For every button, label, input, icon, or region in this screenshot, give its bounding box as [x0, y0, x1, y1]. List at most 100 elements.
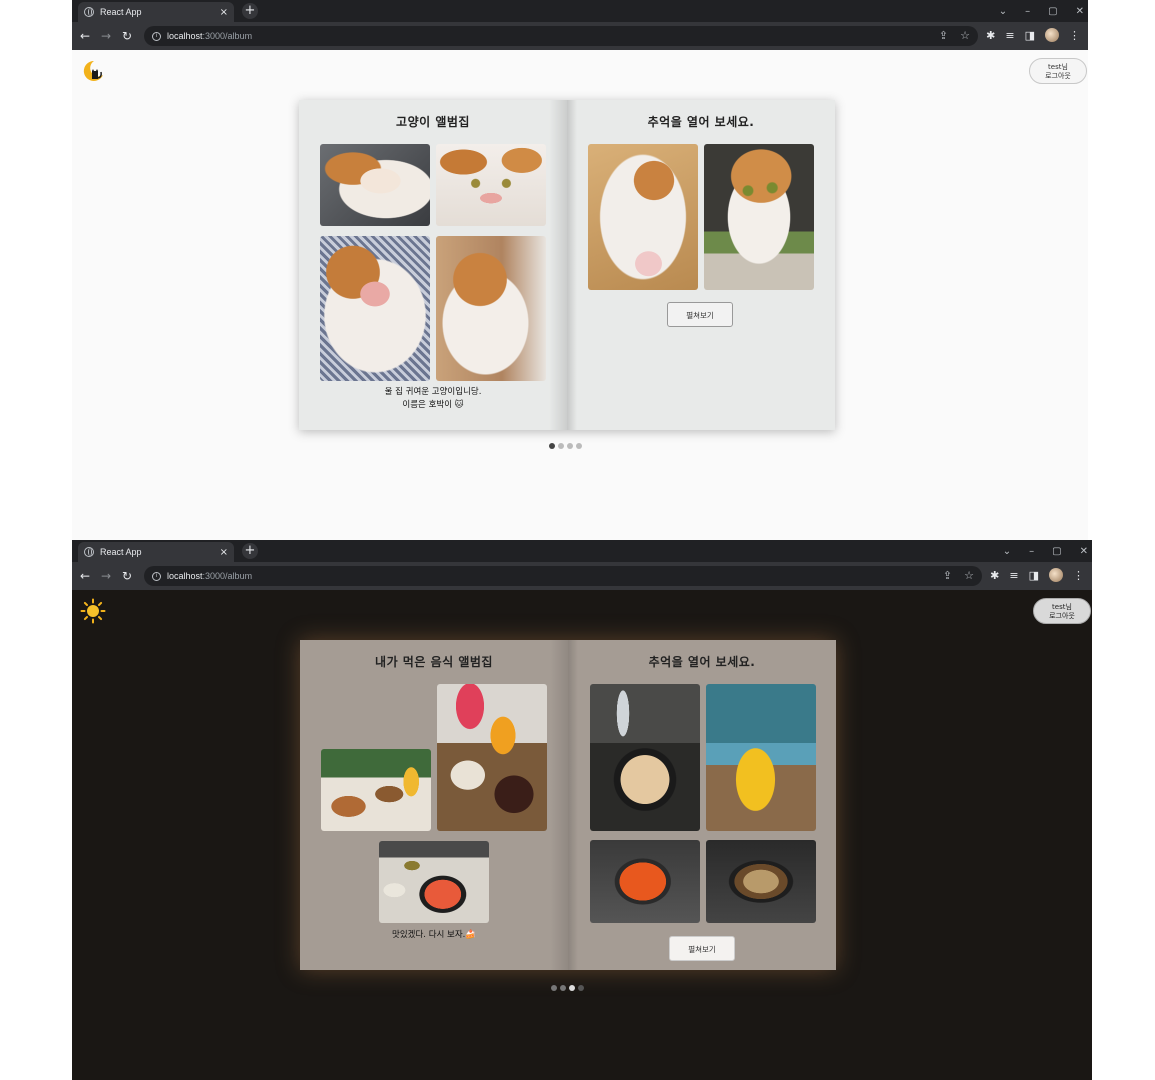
user-logout-button[interactable]: test님 로그아웃 — [1033, 598, 1091, 624]
user-name: test님 — [1052, 603, 1072, 611]
album-caption: 맛있겠다. 다시 보자.🍰 — [300, 929, 568, 942]
site-info-icon[interactable]: i — [152, 571, 161, 581]
maximize-icon[interactable]: ▢ — [1048, 6, 1057, 17]
browser-toolbar: ← → ↻ i localhost:3000/album ⇪ ☆ ✱ ≡ ◨ ⋮ — [72, 562, 1092, 590]
close-window-icon[interactable]: ✕ — [1080, 546, 1088, 557]
album-book: 내가 먹은 음식 앨범집 맛있겠다. 다시 보자.🍰 추억을 열어 보세요. 펼… — [300, 640, 836, 970]
tab-close-icon[interactable]: × — [220, 7, 228, 18]
new-tab-button[interactable]: + — [242, 3, 258, 19]
globe-icon — [84, 547, 94, 557]
new-tab-button[interactable]: + — [242, 543, 258, 559]
logout-label: 로그아웃 — [1045, 72, 1071, 80]
pagination-dot[interactable] — [560, 985, 566, 991]
reading-list-icon[interactable]: ≡ — [1005, 29, 1014, 42]
window-controls: ⌄ – ▢ ✕ — [1003, 540, 1088, 562]
pagination-dots — [549, 443, 582, 449]
cat-photo[interactable] — [320, 144, 430, 226]
album-left-page: 내가 먹은 음식 앨범집 맛있겠다. 다시 보자.🍰 — [300, 640, 568, 970]
food-photo[interactable] — [706, 684, 816, 831]
album-subtitle: 추억을 열어 보세요. — [648, 655, 756, 669]
maximize-icon[interactable]: ▢ — [1052, 546, 1061, 557]
food-photo[interactable] — [590, 684, 700, 831]
album-right-page: 추억을 열어 보세요. 펼쳐보기 — [567, 100, 835, 430]
album-left-page: 고양이 앨범집 울 집 귀여운 고양이입니당. 이름은 호박이 🐱 — [299, 100, 567, 430]
caption-line: 이름은 호박이 🐱 — [402, 400, 464, 410]
tab-search-icon[interactable]: ⌄ — [1003, 546, 1011, 557]
tab-bar: React App × + ⌄ – ▢ ✕ — [72, 0, 1088, 22]
menu-kebab-icon[interactable]: ⋮ — [1069, 29, 1080, 42]
album-title: 내가 먹은 음식 앨범집 — [375, 655, 493, 669]
pagination-dot[interactable] — [576, 443, 582, 449]
extensions-icon[interactable]: ✱ — [986, 29, 995, 42]
album-subtitle: 추억을 열어 보세요. — [647, 115, 755, 129]
open-album-button[interactable]: 펼쳐보기 — [669, 936, 735, 961]
pagination-dot[interactable] — [578, 985, 584, 991]
tab-title: React App — [100, 7, 142, 17]
album-caption: 울 집 귀여운 고양이입니당. 이름은 호박이 🐱 — [299, 386, 567, 412]
tab-title: React App — [100, 547, 142, 557]
pagination-dot[interactable] — [549, 443, 555, 449]
profile-avatar[interactable] — [1049, 568, 1063, 582]
menu-kebab-icon[interactable]: ⋮ — [1073, 569, 1084, 582]
album-title: 고양이 앨범집 — [396, 115, 470, 129]
food-photo[interactable] — [706, 840, 816, 923]
food-photo[interactable] — [437, 684, 547, 831]
browser-tab[interactable]: React App × — [78, 2, 234, 22]
url-path: :3000/album — [202, 571, 253, 581]
pagination-dot[interactable] — [567, 443, 573, 449]
caption-line: 울 집 귀여운 고양이입니당. — [384, 387, 482, 397]
sun-icon[interactable] — [80, 598, 106, 624]
pagination-dot[interactable] — [569, 985, 575, 991]
extensions-icon[interactable]: ✱ — [990, 569, 999, 582]
address-bar[interactable]: i localhost:3000/album ⇪ ☆ — [144, 26, 978, 46]
back-icon[interactable]: ← — [80, 28, 90, 44]
url-host: localhost — [167, 571, 203, 581]
logout-label: 로그아웃 — [1049, 612, 1075, 620]
caption-line: 맛있겠다. 다시 보자.🍰 — [392, 930, 476, 940]
tab-search-icon[interactable]: ⌄ — [999, 6, 1007, 17]
pagination-dot[interactable] — [558, 443, 564, 449]
cat-photo[interactable] — [320, 236, 430, 381]
globe-icon — [84, 7, 94, 17]
window-controls: ⌄ – ▢ ✕ — [999, 0, 1084, 22]
minimize-icon[interactable]: – — [1025, 6, 1030, 17]
url-host: localhost — [167, 31, 203, 41]
share-icon[interactable]: ⇪ — [943, 569, 952, 582]
open-album-button[interactable]: 펼쳐보기 — [667, 302, 733, 327]
tab-close-icon[interactable]: × — [220, 547, 228, 558]
album-book: 고양이 앨범집 울 집 귀여운 고양이입니당. 이름은 호박이 🐱 추억을 열어… — [299, 100, 835, 430]
site-info-icon[interactable]: i — [152, 31, 161, 41]
cat-photo[interactable] — [588, 144, 698, 290]
browser-window-dark: React App × + ⌄ – ▢ ✕ ← → ↻ i localhost:… — [72, 540, 1092, 1080]
url-path: :3000/album — [202, 31, 253, 41]
address-bar[interactable]: i localhost:3000/album ⇪ ☆ — [144, 566, 982, 586]
food-photo[interactable] — [321, 749, 431, 831]
bookmark-star-icon[interactable]: ☆ — [964, 569, 974, 582]
reload-icon[interactable]: ↻ — [122, 28, 132, 44]
pagination-dots — [551, 985, 584, 991]
close-window-icon[interactable]: ✕ — [1076, 6, 1084, 17]
cat-photo[interactable] — [704, 144, 814, 290]
profile-avatar[interactable] — [1045, 28, 1059, 42]
reading-list-icon[interactable]: ≡ — [1009, 569, 1018, 582]
forward-icon[interactable]: → — [101, 568, 111, 584]
browser-toolbar: ← → ↻ i localhost:3000/album ⇪ ☆ ✱ ≡ ◨ ⋮ — [72, 22, 1088, 50]
bookmark-star-icon[interactable]: ☆ — [960, 29, 970, 42]
browser-tab[interactable]: React App × — [78, 542, 234, 562]
reload-icon[interactable]: ↻ — [122, 568, 132, 584]
side-panel-icon[interactable]: ◨ — [1029, 569, 1039, 582]
forward-icon[interactable]: → — [101, 28, 111, 44]
cat-photo[interactable] — [436, 236, 546, 381]
pagination-dot[interactable] — [551, 985, 557, 991]
back-icon[interactable]: ← — [80, 568, 90, 584]
share-icon[interactable]: ⇪ — [939, 29, 948, 42]
food-photo[interactable] — [379, 841, 489, 923]
cat-photo[interactable] — [436, 144, 546, 226]
minimize-icon[interactable]: – — [1029, 546, 1034, 557]
user-logout-button[interactable]: test님 로그아웃 — [1029, 58, 1087, 84]
moon-cat-icon[interactable] — [80, 58, 106, 84]
browser-window-light: React App × + ⌄ – ▢ ✕ ← → ↻ i localhost:… — [72, 0, 1088, 540]
side-panel-icon[interactable]: ◨ — [1025, 29, 1035, 42]
food-photo[interactable] — [590, 840, 700, 923]
album-right-page: 추억을 열어 보세요. 펼쳐보기 — [568, 640, 836, 970]
